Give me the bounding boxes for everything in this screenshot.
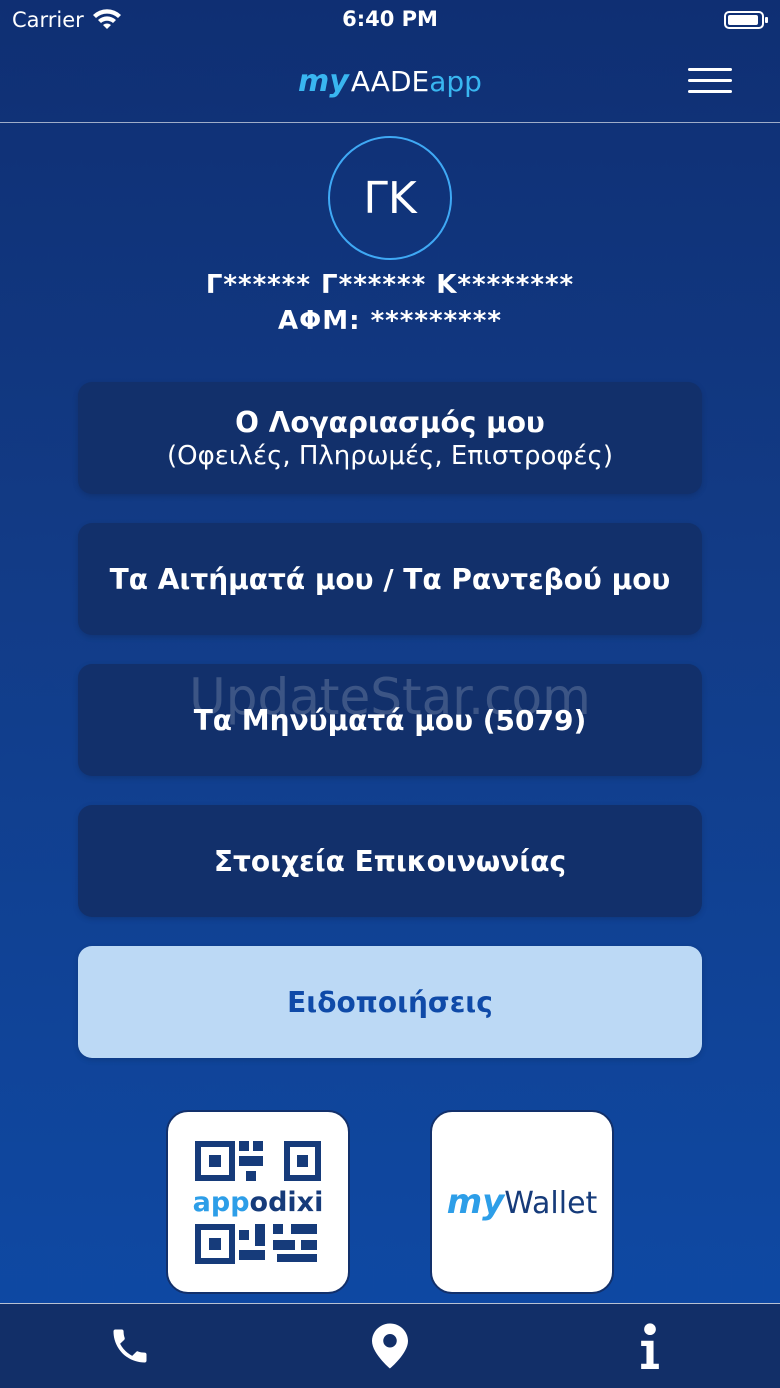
- mywallet-wordmark: my Wallet: [447, 1182, 598, 1222]
- status-time: 6:40 PM: [342, 7, 438, 31]
- qr-code-top-icon: [195, 1140, 321, 1181]
- appodixi-tile[interactable]: appodixi: [166, 1110, 350, 1294]
- appodixi-odixi: odixi: [249, 1186, 324, 1218]
- my-account-button[interactable]: Ο Λογαριασμός μου (Οφειλές, Πληρωμές, Επ…: [78, 382, 702, 494]
- contact-info-button[interactable]: Στοιχεία Επικοινωνίας: [78, 805, 702, 917]
- bottom-tab-bar: [0, 1303, 780, 1388]
- avatar-initials: ΓΚ: [363, 172, 417, 224]
- appodixi-app: app: [192, 1186, 250, 1218]
- hamburger-menu-icon[interactable]: [688, 66, 732, 96]
- location-pin-icon[interactable]: [360, 1316, 420, 1376]
- wallet-word: Wallet: [504, 1186, 598, 1221]
- notifications-label: Ειδοποιήσεις: [287, 985, 493, 1019]
- my-requests-button[interactable]: Τα Αιτήματά μου / Τα Ραντεβού μου: [78, 523, 702, 635]
- logo-my: my: [298, 63, 349, 99]
- my-account-subtitle: (Οφειλές, Πληρωμές, Επιστροφές): [167, 440, 613, 471]
- phone-icon[interactable]: [100, 1316, 160, 1376]
- logo-aade: AADE: [350, 64, 430, 98]
- nav-bar: my AADE app: [0, 40, 780, 123]
- appodixi-wordmark: appodixi: [193, 1187, 324, 1218]
- info-icon[interactable]: [620, 1316, 680, 1376]
- wallet-my: my: [446, 1182, 505, 1222]
- qr-code-bottom-icon: [195, 1223, 317, 1264]
- my-messages-button[interactable]: Τα Μηνύματά μου (5079): [78, 664, 702, 776]
- user-name: Γ****** Γ****** Κ********: [205, 270, 575, 300]
- avatar: ΓΚ: [328, 136, 452, 260]
- contact-info-label: Στοιχεία Επικοινωνίας: [213, 844, 567, 878]
- notifications-button[interactable]: Ειδοποιήσεις: [78, 946, 702, 1058]
- logo-app: app: [429, 64, 482, 98]
- mywallet-tile[interactable]: my Wallet: [430, 1110, 614, 1294]
- app-logo: my AADE app: [298, 64, 482, 99]
- status-bar: Carrier 6:40 PM: [0, 0, 780, 40]
- my-requests-label: Τα Αιτήματά μου / Τα Ραντεβού μου: [109, 562, 671, 596]
- battery-icon: [724, 11, 768, 29]
- my-messages-label: Τα Μηνύματά μου (5079): [193, 703, 587, 737]
- my-account-title: Ο Λογαριασμός μου: [235, 405, 545, 439]
- user-afm: ΑΦΜ: *********: [278, 306, 502, 336]
